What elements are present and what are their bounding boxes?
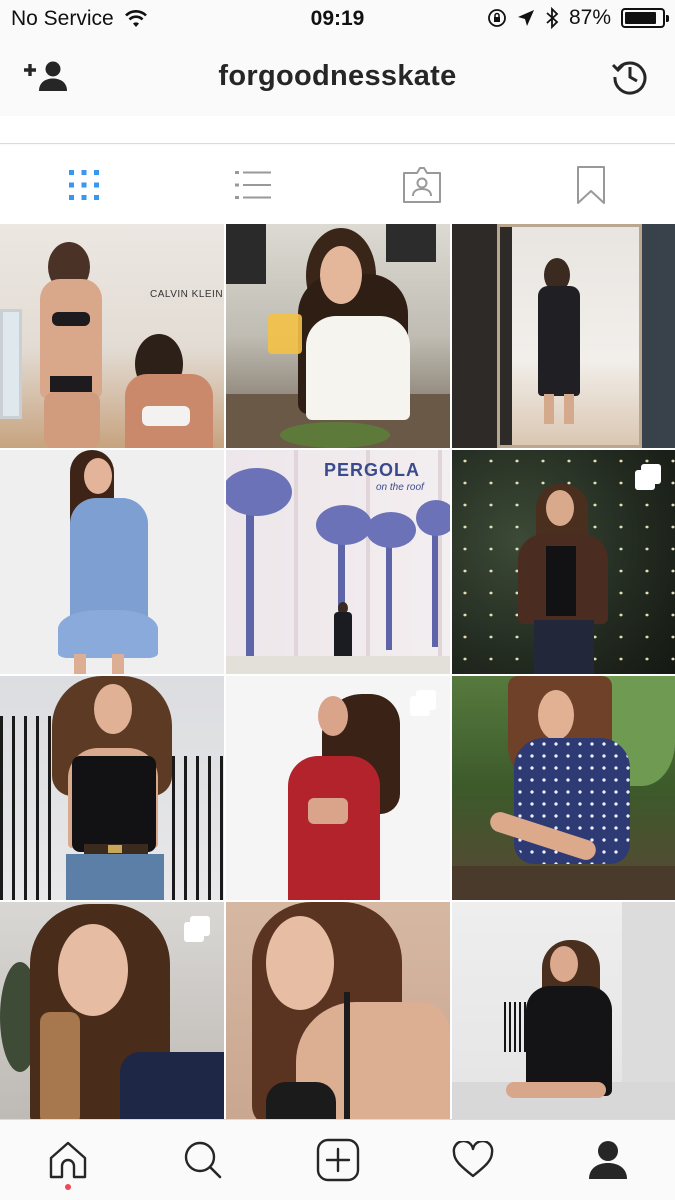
archive-button[interactable]: [607, 56, 653, 96]
battery-icon: [621, 8, 669, 28]
post-thumbnail[interactable]: [452, 224, 675, 448]
tagged-photos-icon: [402, 166, 441, 203]
nav-new-post[interactable]: [270, 1120, 405, 1200]
username-title: forgoodnesskate: [218, 60, 457, 92]
post-grid: CALVIN KLEIN PERGOLA on the roof: [0, 224, 675, 1119]
bottom-tab-bar: [0, 1119, 675, 1200]
nav-home[interactable]: [0, 1120, 135, 1200]
nav-search[interactable]: [135, 1120, 270, 1200]
battery-fill: [625, 12, 657, 24]
profile-icon: [588, 1141, 627, 1179]
post-thumbnail[interactable]: [452, 450, 675, 674]
location-arrow-icon: [517, 10, 534, 26]
post-thumbnail[interactable]: [0, 676, 224, 900]
post-thumbnail[interactable]: PERGOLA on the roof: [226, 450, 450, 674]
wall-sign-text: CALVIN KLEIN: [150, 289, 224, 300]
profile-info-edge: [0, 116, 675, 144]
post-thumbnail[interactable]: [0, 902, 224, 1119]
heart-icon: [452, 1141, 493, 1178]
post-thumbnail[interactable]: [0, 450, 224, 674]
add-post-icon: [316, 1138, 359, 1182]
post-thumbnail[interactable]: [226, 224, 450, 448]
multi-photo-icon: [635, 464, 661, 490]
notification-dot: [64, 1184, 71, 1190]
bookmark-icon: [576, 165, 605, 204]
post-thumbnail[interactable]: CALVIN KLEIN: [0, 224, 224, 448]
status-right: 87%: [487, 6, 669, 30]
list-icon: [235, 170, 272, 199]
profile-view-tabs: [0, 145, 675, 224]
mural-sign-subtext: on the roof: [376, 482, 424, 493]
profile-header: forgoodnesskate: [0, 38, 675, 116]
home-icon: [49, 1141, 86, 1179]
orientation-lock-icon: [488, 9, 506, 27]
search-icon: [184, 1141, 221, 1179]
nav-profile[interactable]: [540, 1120, 675, 1200]
post-thumbnail[interactable]: [452, 676, 675, 900]
post-thumbnail[interactable]: [226, 676, 450, 900]
tab-list[interactable]: [169, 145, 338, 224]
bluetooth-icon: [546, 7, 559, 29]
tab-tagged[interactable]: [338, 145, 507, 224]
archive-history-icon: [611, 61, 647, 95]
grid-icon: [69, 169, 100, 200]
mural-sign-text: PERGOLA: [324, 460, 421, 480]
battery-percent: 87%: [568, 6, 611, 29]
multi-photo-icon: [410, 690, 436, 716]
tab-saved[interactable]: [506, 145, 675, 224]
status-bar: No Service 09:19 87%: [0, 0, 675, 38]
multi-photo-icon: [184, 916, 210, 942]
post-thumbnail[interactable]: [226, 902, 450, 1119]
post-thumbnail[interactable]: [452, 902, 675, 1119]
tab-grid[interactable]: [0, 145, 169, 224]
nav-activity[interactable]: [405, 1120, 540, 1200]
